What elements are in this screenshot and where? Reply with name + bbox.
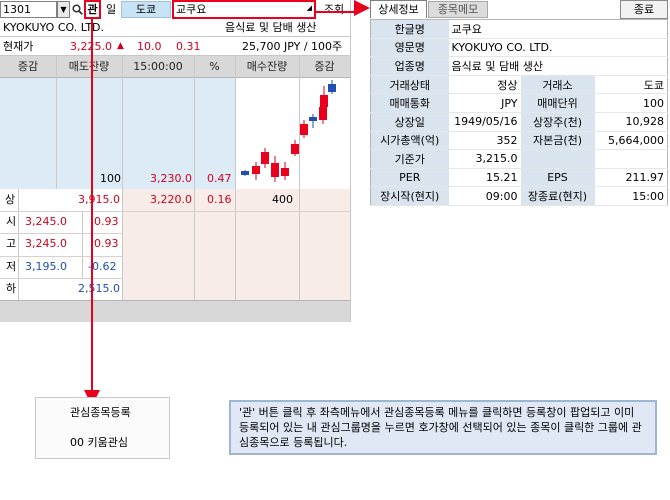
menu-item-kiwoom-watchlist[interactable]: 00 키움관심 — [36, 430, 169, 456]
watchlist-popup-menu: 관심종목등록 00 키움관심 — [35, 397, 170, 459]
menu-item-register-watchlist[interactable]: 관심종목등록 — [36, 400, 169, 426]
instruction-note: '관' 버튼 클릭 후 좌측메뉴에서 관심종목등록 메뉴를 클릭하면 등록창이 … — [229, 400, 657, 455]
